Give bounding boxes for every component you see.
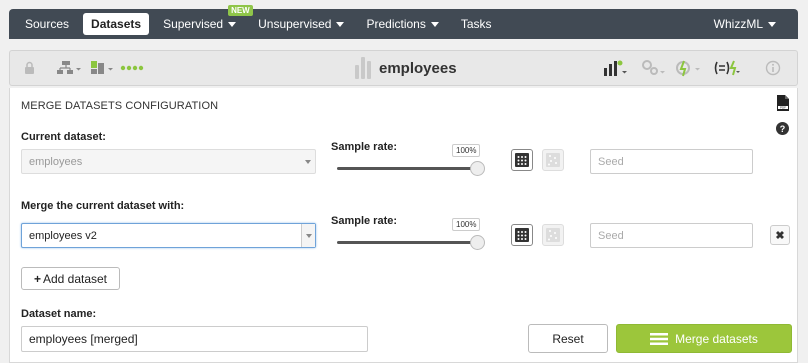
merge-seed-placeholder: Seed (598, 229, 624, 242)
current-dataset-label: Current dataset: (21, 131, 106, 143)
configure-icon[interactable] (90, 59, 114, 77)
info-icon[interactable] (765, 59, 781, 77)
dataset-name-value: employees [merged] (29, 332, 138, 346)
chevron-down-icon (768, 21, 776, 27)
lock-icon[interactable] (24, 59, 35, 77)
nav-supervised-label: Supervised (163, 17, 224, 31)
user-menu[interactable]: WhizzML (706, 13, 784, 35)
dots-icon[interactable] (120, 59, 144, 77)
nav-unsupervised[interactable]: Unsupervised (250, 13, 352, 35)
dataset-icon (355, 57, 371, 79)
remove-dataset-button[interactable]: ✖ (770, 225, 790, 245)
dataset-name-label: Dataset name: (21, 308, 97, 320)
dataset-name-input[interactable]: employees [merged] (21, 326, 368, 352)
add-dataset-button[interactable]: + Add dataset (21, 267, 120, 290)
user-menu-label: WhizzML (713, 17, 763, 31)
merge-sample-rate-label: Sample rate: (331, 215, 398, 227)
nav-supervised[interactable]: Supervised NEW (155, 5, 253, 35)
deterministic-sampling-button[interactable] (511, 149, 533, 171)
merge-sample-rate-slider-handle[interactable] (470, 235, 485, 250)
section-title: MERGE DATASETS CONFIGURATION (21, 100, 219, 112)
current-dataset-select: employees (21, 149, 316, 174)
chevron-down-icon[interactable] (301, 224, 315, 247)
nav-tasks-label: Tasks (460, 17, 492, 31)
chevron-down-icon (301, 150, 315, 173)
current-dataset-value: employees (29, 155, 83, 168)
merge-seed-input[interactable]: Seed (590, 223, 753, 248)
add-dataset-label: Add dataset (42, 271, 108, 286)
menu-icon (650, 332, 669, 345)
chevron-down-icon (430, 21, 439, 27)
plus-icon: + (33, 271, 41, 286)
resource-name: employees (379, 59, 457, 77)
merge-datasets-label: Merge datasets (675, 331, 758, 346)
resource-title: employees (355, 57, 457, 79)
merge-with-label: Merge the current dataset with: (21, 200, 185, 212)
merge-configuration-panel: MERGE DATASETS CONFIGURATION PDF ? Curre… (9, 88, 798, 363)
merge-sample-rate-value: 100% (452, 218, 481, 231)
merge-datasets-button[interactable]: Merge datasets (616, 324, 792, 353)
top-navigation: Sources Datasets Supervised NEW Unsuperv… (9, 5, 798, 39)
reset-label: Reset (552, 331, 584, 346)
resource-toolbar: employees (9, 50, 798, 86)
nav-predictions-label: Predictions (366, 17, 426, 31)
seed-placeholder: Seed (598, 155, 624, 168)
nav-predictions[interactable]: Predictions (358, 13, 446, 35)
chevron-down-icon (228, 21, 237, 27)
pdf-icon[interactable]: PDF (776, 94, 790, 115)
sample-rate-value: 100% (452, 144, 481, 157)
merge-dataset-value: employees v2 (29, 229, 97, 242)
nav-sources[interactable]: Sources (17, 13, 77, 35)
sample-rate-slider-handle[interactable] (470, 161, 485, 176)
cluster-icon[interactable] (641, 59, 667, 77)
sample-rate-label: Sample rate: (331, 141, 398, 153)
nav-tasks[interactable]: Tasks (453, 13, 500, 35)
chevron-down-icon (336, 21, 345, 27)
reset-button[interactable]: Reset (528, 324, 608, 353)
nav-sources-label: Sources (25, 17, 70, 31)
model-icon[interactable] (603, 59, 629, 77)
nav-datasets[interactable]: Datasets (83, 13, 150, 35)
svg-text:PDF: PDF (780, 106, 786, 110)
nav-unsupervised-label: Unsupervised (258, 17, 332, 31)
help-icon[interactable]: ? (776, 122, 789, 135)
merge-dataset-select[interactable]: employees v2 (21, 223, 316, 248)
close-icon: ✖ (775, 229, 785, 242)
merge-sample-rate-slider[interactable] (337, 241, 477, 244)
sample-rate-slider[interactable] (337, 167, 477, 170)
merge-deterministic-sampling-button[interactable] (511, 224, 533, 246)
random-sampling-button[interactable] (542, 149, 564, 171)
new-badge: NEW (228, 5, 253, 16)
nav-datasets-label: Datasets (91, 17, 142, 31)
merge-random-sampling-button[interactable] (542, 224, 564, 246)
dataset-structure-icon[interactable] (56, 59, 82, 77)
formula-icon[interactable] (712, 59, 742, 77)
seed-input[interactable]: Seed (590, 149, 753, 174)
scripts-icon[interactable] (675, 59, 703, 77)
